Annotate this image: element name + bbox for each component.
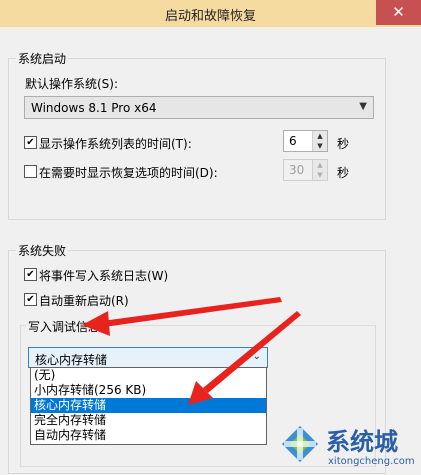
annotation-arrow-icon	[82, 297, 301, 405]
arrow-head-to-label	[82, 311, 110, 336]
watermark: 系统城 xitongcheng.com	[278, 418, 421, 475]
watermark-url: xitongcheng.com	[328, 456, 415, 467]
watermark-brand: 系统城	[326, 428, 398, 456]
watermark-logo-icon	[282, 426, 318, 462]
arrow-shaft-to-label	[102, 297, 282, 327]
arrow-shaft-to-option	[203, 311, 301, 393]
